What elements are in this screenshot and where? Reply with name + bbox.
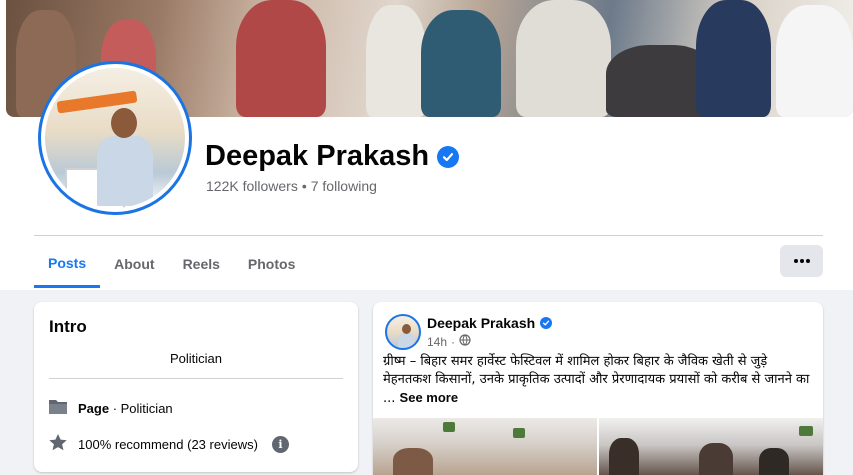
- following-link[interactable]: 7 following: [311, 178, 377, 194]
- intro-page-category: Page · Politician: [48, 398, 173, 419]
- profile-picture[interactable]: [38, 61, 192, 215]
- post-author: Deepak Prakash: [427, 315, 553, 331]
- intro-divider: [49, 378, 343, 379]
- intro-card: Intro Politician Page · Politician 100% …: [34, 302, 358, 472]
- post-text: ग्रीष्म – बिहार समर हार्वेस्ट फेस्टिवल म…: [383, 353, 819, 408]
- profile-name: Deepak Prakash: [205, 140, 460, 173]
- more-dots-icon: [793, 259, 810, 263]
- post-author-name[interactable]: Deepak Prakash: [427, 315, 535, 331]
- stats-separator: •: [301, 178, 307, 194]
- profile-name-text: Deepak Prakash: [205, 140, 430, 172]
- post-author-avatar[interactable]: [385, 314, 421, 350]
- recommend-text[interactable]: 100% recommend (23 reviews): [78, 437, 258, 452]
- tab-about[interactable]: About: [100, 240, 168, 288]
- intro-recommend: 100% recommend (23 reviews) i: [48, 433, 289, 455]
- intro-title: Intro: [49, 317, 87, 336]
- post-photo-1[interactable]: [373, 418, 597, 475]
- more-options-button[interactable]: [780, 245, 823, 277]
- post-meta: 14h ·: [427, 334, 471, 349]
- header-divider: [34, 235, 823, 236]
- intro-bio: Politician: [169, 351, 223, 366]
- profile-tabs: Posts About Reels Photos: [34, 240, 309, 288]
- post-card: Deepak Prakash 14h · ग्रीष्म – बिहार समर…: [373, 302, 823, 475]
- tab-reels[interactable]: Reels: [169, 240, 234, 288]
- page-category: · Politician: [109, 401, 173, 416]
- info-icon[interactable]: i: [271, 435, 289, 453]
- tab-posts[interactable]: Posts: [34, 240, 101, 288]
- verified-badge-icon[interactable]: [437, 145, 460, 168]
- globe-icon: [459, 334, 471, 349]
- followers-link[interactable]: 122K followers: [206, 178, 298, 194]
- verified-badge-icon: [540, 317, 553, 329]
- post-photo-2[interactable]: [599, 418, 823, 475]
- profile-avatar-image: [45, 68, 185, 208]
- tab-photos[interactable]: Photos: [234, 240, 309, 288]
- post-timestamp[interactable]: 14h: [427, 335, 447, 349]
- follower-stats: 122K followers • 7 following: [206, 178, 377, 194]
- page-label: Page: [78, 401, 110, 416]
- see-more-link[interactable]: See more: [400, 390, 459, 405]
- page-flag-icon: [48, 398, 68, 419]
- star-icon: [48, 433, 68, 455]
- post-meta-separator: ·: [451, 334, 456, 349]
